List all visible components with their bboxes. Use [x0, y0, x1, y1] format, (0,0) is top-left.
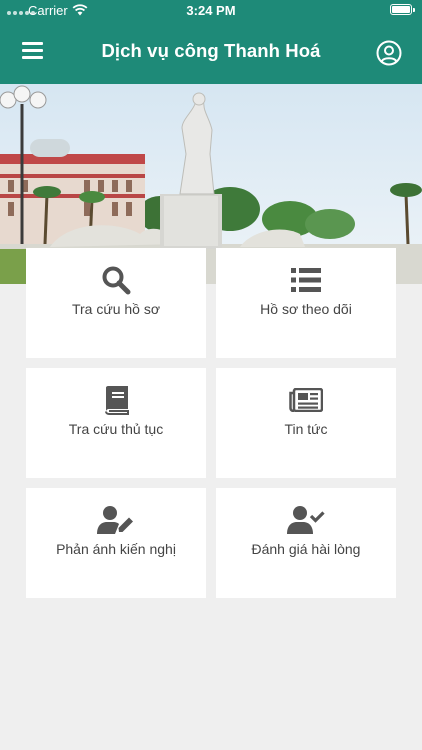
menu-card-label: Hồ sơ theo dõi	[260, 301, 352, 317]
status-bar: Carrier 3:24 PM	[0, 0, 422, 22]
menu-card-label: Tra cứu hồ sơ	[71, 301, 161, 317]
menu-card-tin-tuc[interactable]: Tin tức	[216, 368, 396, 478]
top-bar: Carrier 3:24 PM Dịch vụ công Thanh Hoá	[0, 0, 422, 84]
menu-card-phan-anh-kien-nghi[interactable]: Phản ánh kiến nghị	[26, 488, 206, 598]
book-icon	[105, 386, 129, 415]
user-check-icon	[287, 506, 325, 534]
menu-card-ho-so-theo-doi[interactable]: Hồ sơ theo dõi	[216, 248, 396, 358]
menu-card-tra-cuu-ho-so[interactable]: Tra cứu hồ sơ	[26, 248, 206, 358]
status-time: 3:24 PM	[186, 3, 236, 18]
page-title: Dịch vụ công Thanh Hoá	[101, 40, 321, 61]
user-circle-icon[interactable]	[376, 40, 402, 66]
search-icon	[102, 266, 131, 295]
hamburger-menu-icon[interactable]	[22, 42, 44, 60]
list-icon	[291, 268, 321, 292]
menu-card-danh-gia-hai-long[interactable]: Đánh giá hài lòng	[216, 488, 396, 598]
menu-card-label: Tra cứu thủ tục	[68, 421, 164, 437]
menu-card-tra-cuu-thu-tuc[interactable]: Tra cứu thủ tục	[26, 368, 206, 478]
menu-card-label: Phản ánh kiến nghị	[56, 541, 176, 557]
menu-card-label: Tin tức	[284, 421, 328, 437]
newspaper-icon	[289, 388, 323, 412]
user-edit-icon	[97, 506, 133, 534]
battery-icon	[390, 4, 415, 15]
menu-card-label: Đánh giá hài lòng	[251, 541, 361, 557]
